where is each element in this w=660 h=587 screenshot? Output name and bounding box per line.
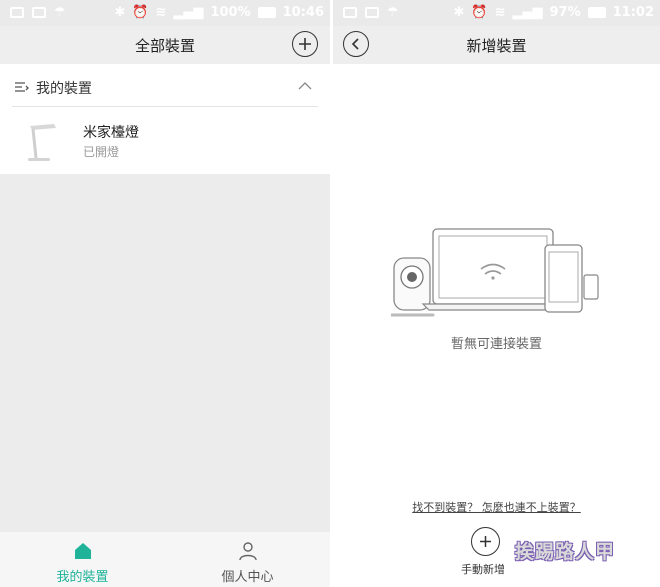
battery-level: 97% <box>549 5 581 20</box>
plus-icon <box>480 536 491 547</box>
device-list-screen: ☂ ✱ ⏰ ≋ ▂▄▆ 100% 10:46 全部裝置 我的裝置 米家檯燈 已開… <box>0 0 330 587</box>
person-icon <box>239 542 257 561</box>
battery-icon <box>587 7 606 18</box>
image-notification-icon <box>32 7 46 18</box>
add-device-button[interactable] <box>292 31 318 57</box>
top-bar: 全部裝置 <box>0 26 330 64</box>
list-sort-icon <box>15 82 29 92</box>
home-icon <box>75 543 91 559</box>
add-device-screen: ☂ ✱ ⏰ ≋ ▂▄▆ 97% 11:02 新增裝置 暫無可連接裝置 找不到裝置… <box>333 0 660 587</box>
alarm-icon: ⏰ <box>132 5 149 20</box>
tab-my-devices[interactable]: 我的裝置 <box>0 532 165 587</box>
manual-add-button[interactable] <box>471 527 500 556</box>
notification-icon <box>10 7 24 18</box>
battery-level: 100% <box>210 5 251 20</box>
image-notification-icon <box>365 7 379 18</box>
status-bar: ☂ ✱ ⏰ ≋ ▂▄▆ 100% 10:46 <box>0 0 330 26</box>
device-list-empty-area <box>0 174 330 532</box>
devices-illustration <box>391 228 599 317</box>
chevron-up-icon <box>298 82 312 90</box>
tab-personal-center[interactable]: 個人中心 <box>165 532 330 587</box>
desk-lamp-icon <box>28 124 56 161</box>
signal-icon: ▂▄▆ <box>173 5 204 20</box>
empty-state-message: 暫無可連接裝置 <box>450 337 542 352</box>
plus-icon <box>299 38 311 50</box>
device-item-desk-lamp[interactable]: 米家檯燈 已開燈 <box>12 110 318 170</box>
clock: 10:46 <box>282 5 324 20</box>
tab-label: 個人中心 <box>221 570 274 585</box>
top-bar: 新增裝置 <box>333 26 660 64</box>
notification-icon <box>343 7 357 18</box>
wifi-icon: ≋ <box>155 5 167 20</box>
status-bar: ☂ ✱ ⏰ ≋ ▂▄▆ 97% 11:02 <box>333 0 660 26</box>
device-status: 已開燈 <box>83 145 120 159</box>
page-title: 全部裝置 <box>134 37 195 55</box>
bottom-tab-bar: 我的裝置 個人中心 <box>0 532 330 587</box>
manual-add-label: 手動新增 <box>461 563 505 576</box>
clock: 11:02 <box>612 5 654 20</box>
my-devices-section-header[interactable]: 我的裝置 <box>12 72 318 107</box>
alarm-icon: ⏰ <box>471 5 488 20</box>
troubleshoot-link[interactable]: 找不到裝置？ 怎麼也連不上裝置？ <box>333 499 660 515</box>
bluetooth-icon: ✱ <box>114 5 126 20</box>
page-title: 新增裝置 <box>466 37 527 55</box>
bluetooth-icon: ✱ <box>453 5 465 20</box>
weather-icon: ☂ <box>54 5 66 20</box>
weather-icon: ☂ <box>387 5 399 20</box>
watermark: 挨踢路人甲 <box>515 541 616 563</box>
battery-icon <box>257 7 276 18</box>
device-name: 米家檯燈 <box>83 125 139 141</box>
section-label: 我的裝置 <box>36 81 92 97</box>
tab-label: 我的裝置 <box>56 570 109 585</box>
wifi-icon: ≋ <box>494 5 506 20</box>
signal-icon: ▂▄▆ <box>512 5 543 20</box>
